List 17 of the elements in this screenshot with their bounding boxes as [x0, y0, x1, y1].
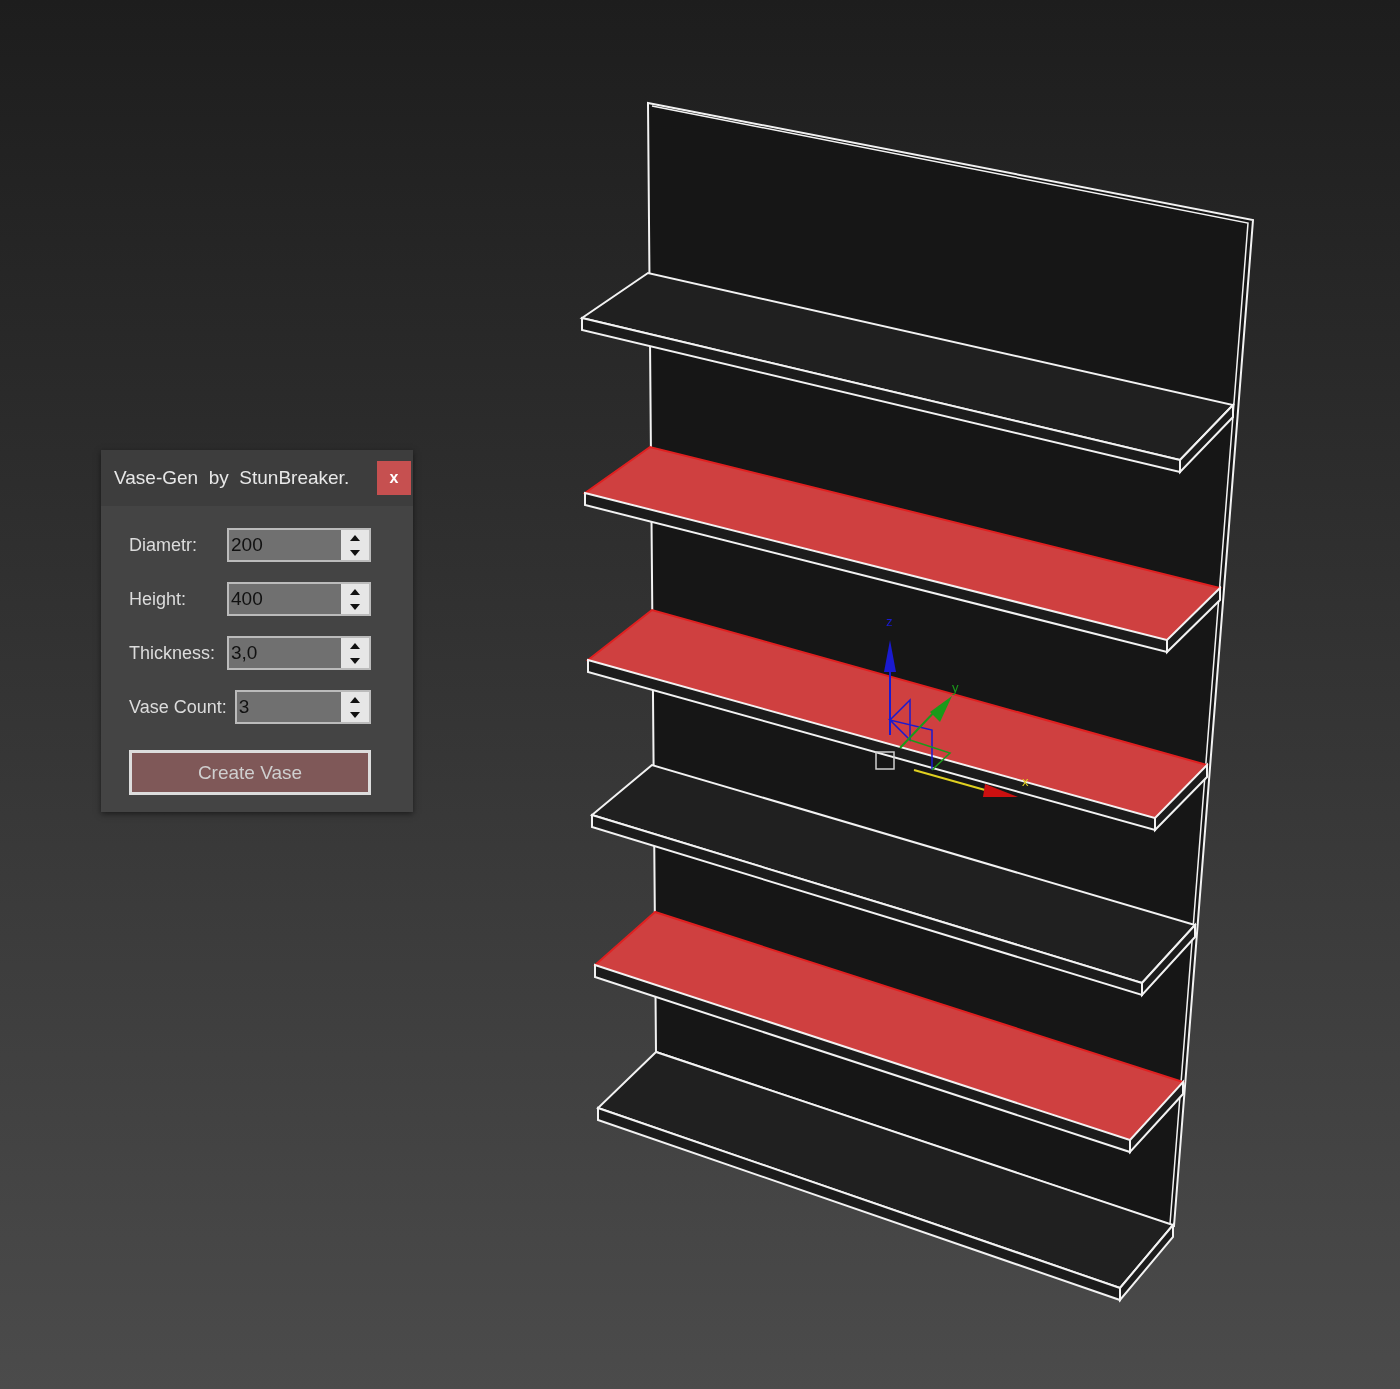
close-button[interactable]: x [377, 461, 411, 495]
field-label: Diametr: [129, 534, 198, 556]
field-label: Thickness: [129, 642, 217, 664]
move-gizmo-drawing[interactable] [875, 640, 1018, 797]
field-label: Vase Count: [129, 696, 227, 718]
shelf[interactable] [585, 608, 1209, 833]
shelf[interactable] [596, 1050, 1175, 1303]
axis-label: y [952, 680, 959, 695]
shelf[interactable] [579, 271, 1235, 475]
field-label: Height: [129, 588, 188, 610]
axis-label: x [1022, 774, 1029, 789]
create-vase-button[interactable]: Create Vase [129, 750, 371, 795]
shelf[interactable] [589, 763, 1197, 998]
shelf[interactable] [593, 910, 1185, 1155]
axis-label: z [886, 614, 893, 629]
shelf[interactable] [582, 445, 1222, 655]
dialog-title: Vase-Gen by StunBreaker. [114, 467, 350, 489]
